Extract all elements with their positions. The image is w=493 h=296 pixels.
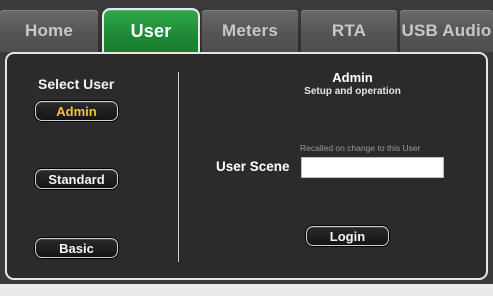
user-basic-button[interactable]: Basic (35, 238, 118, 258)
tab-user[interactable]: User (102, 8, 200, 52)
tab-meters[interactable]: Meters (202, 10, 298, 52)
user-standard-button[interactable]: Standard (35, 169, 118, 189)
user-description: Setup and operation (304, 86, 401, 97)
user-scene-hint: Recalled on change to this User (300, 143, 421, 153)
user-admin-button[interactable]: Admin (35, 101, 118, 121)
tab-bar: Home User Meters RTA USB Audio (0, 0, 493, 52)
select-user-title: Select User (38, 76, 115, 92)
user-scene-input[interactable] (301, 157, 444, 178)
bottom-strip (0, 284, 493, 296)
tab-usb-audio[interactable]: USB Audio (400, 10, 493, 52)
tab-home[interactable]: Home (0, 10, 98, 52)
user-name: Admin (332, 70, 373, 85)
panel-divider (178, 72, 179, 262)
tab-rta[interactable]: RTA (301, 10, 397, 52)
user-screen: Home User Meters RTA USB Audio Select Us… (0, 0, 493, 296)
login-button[interactable]: Login (306, 226, 389, 246)
user-scene-label: User Scene (216, 159, 290, 174)
